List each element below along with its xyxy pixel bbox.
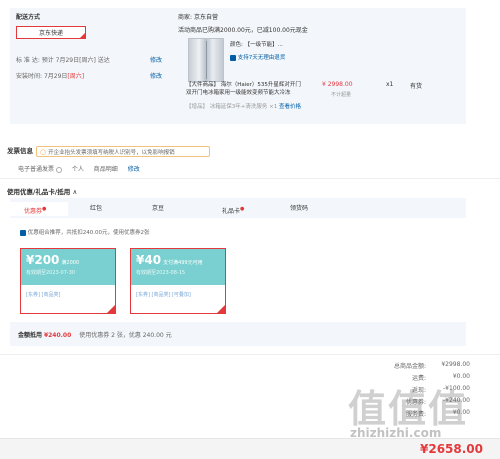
shop-row: 商家: 京东自营 (178, 12, 218, 21)
return-policy: 支持7天无理由退货 (230, 53, 285, 61)
invoice-edit-link[interactable]: 修改 (128, 166, 140, 173)
summary-value: ¥2998.00 (441, 361, 470, 368)
optimal-checkbox[interactable] (20, 229, 26, 236)
coupon-condition: 支付满499元可用 (163, 260, 203, 266)
coupon-section-title[interactable]: 使用优惠/礼品卡/抵用 ∧ (7, 186, 77, 196)
coupon-amount: ¥200 (26, 253, 60, 267)
selected-corner-icon (217, 305, 225, 313)
tab-coupons[interactable]: 优惠券● (10, 202, 68, 216)
invoice-personal: 个人 (71, 166, 84, 173)
coupon-section-title-text: 使用优惠/礼品卡/抵用 (7, 188, 71, 196)
total-price: ¥2658.00 (420, 442, 484, 456)
divider (0, 178, 500, 179)
service-price-link[interactable]: 查看价格 (279, 104, 301, 110)
checkout-bar: ¥2658.00 (0, 438, 500, 459)
coupon-condition: 满2000 (61, 260, 80, 266)
arrival-label: 标 准 达: (16, 57, 40, 64)
invoice-type: 电子普通发票 (18, 166, 55, 173)
color-label: 颜色: (230, 42, 243, 48)
summary-row: 总商品金额: ¥2998.00 (300, 361, 470, 373)
shipping-option-jd-express[interactable]: 京东快递 (16, 26, 86, 39)
invoice-row: 电子普通发票 个人 商品明细 修改 (18, 164, 140, 173)
service-text: 冰箱延保3年+清洗服务 ×1 (209, 104, 278, 110)
optimal-note: 优惠组合推荐，共抵扣240.00元，使用优惠券2张 (27, 230, 150, 236)
stock-status: 有货 (410, 83, 423, 90)
install-row: 安装时间: 7月29日[周六] (16, 71, 84, 80)
coupon-tags: [东券] [商品类] (26, 292, 61, 298)
watermark-url: zhizhizhi.com (350, 426, 442, 440)
arrival-value: 预计 7月29日[周六] 送达 (41, 57, 110, 64)
optimal-row: 优惠组合推荐，共抵扣240.00元，使用优惠券2张 (20, 228, 150, 236)
tab-label: 礼品卡 (222, 208, 241, 215)
delivery-panel: 配送方式 京东快递 标 准 达: 预计 7月29日[周六] 送达 修改 安装时间… (10, 8, 466, 124)
tab-label: 京豆 (152, 205, 165, 212)
arrival-row: 标 准 达: 预计 7月29日[周六] 送达 (16, 55, 110, 64)
coupon-tags: [东券] [商品类] [可叠加] (136, 292, 191, 298)
tab-label: 优惠券 (24, 208, 43, 215)
divider (0, 354, 500, 355)
color-row: 颜色: 【一级节能】... (230, 40, 283, 48)
shop-panel: 商家: 京东自营 活动商品已购满2000.00元，已减100.00元现金 颜色:… (174, 8, 466, 124)
tab-red-packet[interactable]: 红包 (76, 202, 134, 216)
summary-label: 总商品金额: (393, 363, 426, 370)
service-tag: 【增品】 (186, 104, 209, 110)
return-icon (230, 54, 236, 61)
shop-label: 商家: (178, 14, 193, 21)
tab-redeem-code[interactable]: 领货码 (276, 202, 334, 216)
return-policy-text: 支持7天无理由退货 (237, 55, 286, 61)
tab-gift-card[interactable]: 礼品卡● (208, 202, 266, 216)
footer-note: 使用优惠券 2 张，优惠 240.00 元 (79, 332, 172, 339)
product-image[interactable] (188, 38, 224, 82)
service-row: 【增品】 冰箱延保3年+清洗服务 ×1 查看价格 (186, 102, 301, 110)
footer-amount: ¥240.00 (43, 332, 72, 339)
install-label: 安装时间: (16, 73, 43, 80)
coupon-date: 有效期至2023-08-15 (136, 270, 186, 276)
coupon-panel: 优惠券● 红包 京豆 礼品卡● 领货码 优惠组合推荐，共抵扣240.00元，使用… (10, 198, 466, 346)
coupon-date: 有效期至2023-07-30 (26, 270, 76, 276)
shop-name: 京东自营 (193, 14, 218, 21)
tab-label: 领货码 (290, 205, 309, 212)
footer-label: 金额抵用 (18, 332, 43, 339)
delivery-title: 配送方式 (16, 14, 41, 21)
coupon-tabs: 优惠券● 红包 京豆 礼品卡● 领货码 (10, 202, 466, 216)
invoice-title: 发票信息 (7, 147, 33, 155)
invoice-tip: ○ 开企业抬头发票须填写纳税人识别号，以免影响报销 (36, 146, 210, 157)
coupon-card[interactable]: ¥200 满2000 有效期至2023-07-30 [东券] [商品类] (20, 248, 116, 314)
tip-bulb-icon: ○ (40, 147, 47, 156)
chevron-up-icon: ∧ (72, 188, 78, 196)
coupon-card[interactable]: ¥40 支付满499元可用 有效期至2023-08-15 [东券] [商品类] [… (130, 248, 226, 314)
install-value: 7月29日 (43, 73, 68, 80)
promo-text: 活动商品已购满2000.00元，已减100.00元现金 (178, 27, 308, 34)
tab-star: ● (240, 206, 245, 212)
product-price: ¥ 2998.00 (322, 81, 353, 88)
product-title-link[interactable]: 【大件商品】 海尔（Haier）535升星辉对开门双开门电冰箱家用一级能效变频节… (186, 81, 306, 97)
tab-label: 红包 (90, 205, 103, 212)
selected-corner-icon (107, 305, 115, 313)
invoice-radio[interactable] (55, 166, 62, 173)
invoice-detail: 商品明细 (93, 166, 118, 173)
watermark-glyphs: 值值值 (348, 387, 469, 431)
coupon-list: 优惠组合推荐，共抵扣240.00元，使用优惠券2张 ¥200 满2000 有效期至… (10, 218, 466, 322)
shipping-option-label: 京东快递 (38, 30, 63, 37)
coupon-amount: ¥40 (136, 253, 162, 267)
invoice-tip-text: 开企业抬头发票须填写纳税人识别号，以免影响报销 (48, 149, 175, 156)
product-qty: x1 (386, 81, 394, 88)
arrival-edit-link[interactable]: 修改 (150, 55, 162, 64)
install-day: [周六] (67, 73, 85, 80)
color-value: 【一级节能】... (244, 42, 283, 48)
stock-note: 不计超量 (331, 92, 352, 98)
tab-jd-beans[interactable]: 京豆 (138, 202, 196, 216)
tab-star: ● (42, 206, 47, 212)
install-edit-link[interactable]: 修改 (150, 71, 162, 80)
coupon-footer: 金额抵用 ¥240.00 使用优惠券 2 张，优惠 240.00 元 (18, 330, 172, 339)
selected-corner-icon (80, 33, 85, 38)
